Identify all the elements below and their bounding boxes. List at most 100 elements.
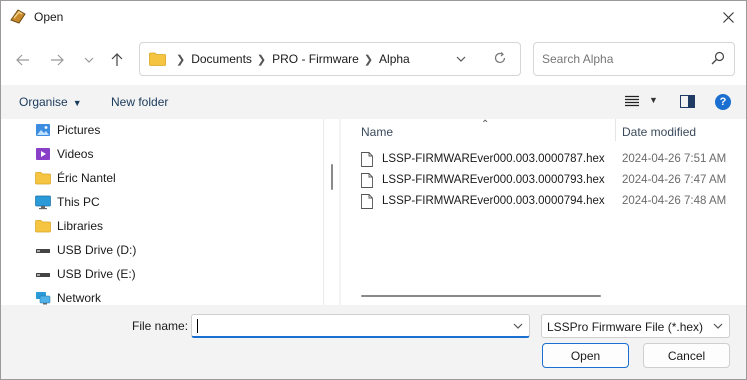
sidebar-item-usb-drive-e[interactable]: USB Drive (E:) [35,263,136,285]
search-icon[interactable] [711,51,725,65]
file-type-value: LSSPro Firmware File (*.hex) [547,320,704,334]
sidebar-item-pictures[interactable]: Pictures [35,119,100,141]
dialog-footer: File name: LSSPro Firmware File (*.hex) … [1,305,746,379]
breadcrumb-separator: ❯ [176,53,186,66]
file-date: 2024-04-26 7:48 AM [622,195,727,207]
navigation-pane: Pictures Videos Éric Nantel This PC Libr… [1,119,339,305]
column-header-date[interactable]: Date modified [622,125,696,139]
address-dropdown-button[interactable] [456,51,466,70]
breadcrumb-pro-firmware[interactable]: PRO - Firmware [272,52,359,66]
file-type-dropdown-button[interactable] [713,319,723,336]
usb-drive-icon [36,249,50,253]
pane-fill [688,96,694,107]
file-name: LSSP-FIRMWAREver000.003.0000793.hex [382,174,605,186]
sidebar-scrollbar[interactable] [323,119,339,305]
recent-locations-button[interactable] [79,50,99,70]
file-name-dropdown-button[interactable] [513,319,523,336]
search-box[interactable]: Search Alpha [533,42,735,76]
column-header-row: ⌃ Name Date modified [341,119,746,143]
sidebar-item-label: Pictures [57,123,101,137]
usb-drive-icon [36,273,50,277]
app-icon [10,9,26,24]
caret-down-icon[interactable]: ▼ [649,95,658,105]
chevron-down-icon [713,323,723,329]
open-button[interactable]: Open [542,343,629,368]
title-bar: Open [1,1,746,33]
file-name-label: File name: [132,319,189,333]
file-row[interactable]: LSSP-FIRMWAREver000.003.0000793.hex 2024… [361,170,741,190]
file-icon [361,193,373,209]
sidebar-scrollbar-thumb[interactable] [331,164,333,190]
navigation-bar: ❯ Documents ❯ PRO - Firmware ❯ Alpha Sea… [1,33,746,85]
caret-down-icon: ▼ [72,98,82,108]
command-bar: Organise ▼ New folder ▼ ? [1,85,746,119]
search-placeholder: Search Alpha [542,52,614,66]
cancel-button[interactable]: Cancel [643,343,730,368]
arrow-up-icon [111,53,123,66]
arrow-right-icon [51,54,64,66]
organise-label: Organise [19,95,68,109]
refresh-icon [494,52,506,64]
view-options-icon[interactable] [625,95,639,107]
breadcrumb-separator: ❯ [363,53,374,66]
organise-menu[interactable]: Organise ▼ [19,95,82,109]
sidebar-item-label: Libraries [57,219,104,233]
file-icon [361,151,373,167]
window-title: Open [34,10,64,24]
file-name: LSSP-FIRMWAREver000.003.0000787.hex [382,153,605,165]
folder-icon [149,52,166,66]
file-date: 2024-04-26 7:51 AM [622,153,727,165]
sidebar-item-network[interactable]: Network [35,287,101,305]
sidebar-item-label: USB Drive (E:) [57,267,136,281]
column-divider[interactable] [615,119,616,141]
chevron-down-icon [84,57,94,63]
sidebar-item-usb-drive-d[interactable]: USB Drive (D:) [35,239,136,261]
sidebar-item-this-pc[interactable]: This PC [35,191,100,213]
sidebar-item-label: Éric Nantel [57,171,116,185]
breadcrumb: ❯ Documents ❯ PRO - Firmware ❯ Alpha [171,43,410,75]
folder-icon [35,220,51,233]
file-row[interactable]: LSSP-FIRMWAREver000.003.0000794.hex 2024… [361,191,741,211]
column-header-name[interactable]: Name [361,125,393,139]
sort-ascending-icon: ⌃ [481,119,490,130]
breadcrumb-separator: ❯ [256,53,267,66]
network-icon [36,292,51,305]
sidebar-item-label: This PC [57,195,100,209]
text-cursor [197,319,198,333]
preview-pane-icon[interactable] [680,95,695,108]
sidebar-item-videos[interactable]: Videos [35,143,93,165]
breadcrumb-documents[interactable]: Documents [191,52,252,66]
refresh-button[interactable] [493,49,507,71]
new-folder-button[interactable]: New folder [111,95,168,109]
back-button[interactable] [13,50,33,70]
help-icon[interactable]: ? [715,94,731,110]
file-date: 2024-04-26 7:47 AM [622,174,727,186]
arrow-left-icon [16,54,29,66]
file-list-scrollbar-thumb[interactable] [361,295,601,297]
breadcrumb-alpha[interactable]: Alpha [379,52,410,66]
close-icon [722,11,734,23]
file-name: LSSP-FIRMWAREver000.003.0000794.hex [382,195,605,207]
file-name-input[interactable] [191,314,530,338]
chevron-down-icon [456,56,466,62]
chevron-down-icon [513,323,523,329]
sidebar-item-label: USB Drive (D:) [57,243,137,257]
up-button[interactable] [107,50,127,70]
file-row[interactable]: LSSP-FIRMWAREver000.003.0000787.hex 2024… [361,149,741,169]
folder-icon [35,172,51,185]
file-type-select[interactable]: LSSPro Firmware File (*.hex) [541,314,730,338]
computer-icon [35,195,51,210]
forward-button[interactable] [47,50,67,70]
file-list: ⌃ Name Date modified LSSP-FIRMWAREver000… [341,119,746,305]
file-icon [361,172,373,188]
sidebar-item-libraries[interactable]: Libraries [35,215,103,237]
close-button[interactable] [710,1,746,33]
address-bar[interactable]: ❯ Documents ❯ PRO - Firmware ❯ Alpha [139,42,521,76]
sidebar-item-label: Videos [57,147,94,161]
sidebar-item-eric-nantel[interactable]: Éric Nantel [35,167,116,189]
videos-icon [36,148,50,160]
open-dialog: Open ❯ Documents ❯ PRO - Firmware ❯ Alph… [0,0,747,380]
pictures-icon [36,124,50,136]
sidebar-item-label: Network [57,291,102,305]
file-list-scrollbar[interactable] [343,287,746,305]
